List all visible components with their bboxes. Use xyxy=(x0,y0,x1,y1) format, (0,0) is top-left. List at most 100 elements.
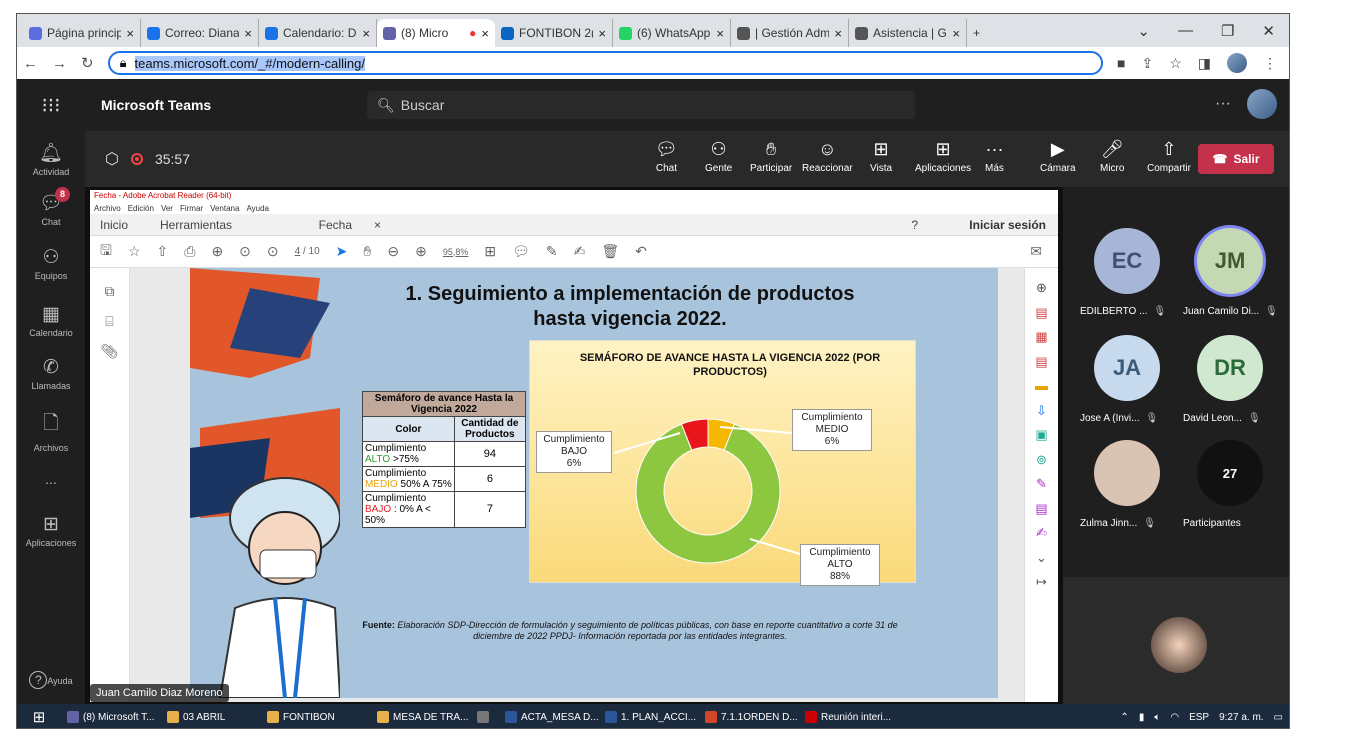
zoom-out-icon[interactable]: ⊖ xyxy=(387,243,399,260)
tab-inicio[interactable]: Inicio xyxy=(100,218,160,232)
taskbar-item[interactable]: ACTA_MESA D... xyxy=(499,704,599,728)
tray-chevron-icon[interactable]: ⌃ xyxy=(1120,712,1128,723)
menu-item[interactable]: Ventana xyxy=(210,204,239,213)
print-icon[interactable]: ⎙ xyxy=(184,243,195,260)
rail-item-teams[interactable]: ⚇ Equipos xyxy=(17,246,85,281)
send-sign-icon[interactable]: ✍︎ xyxy=(1025,521,1058,546)
browser-tab[interactable]: (8) Micro ● × xyxy=(377,19,495,47)
bookmarks-icon[interactable]: ⌸ xyxy=(90,306,129,336)
upload-icon[interactable]: ⇧ xyxy=(157,243,169,260)
collapse-icon[interactable]: ⌄ xyxy=(1025,546,1058,571)
rail-item-chat[interactable]: 💬︎ Chat 8 xyxy=(17,187,85,227)
bookmark-star-icon[interactable]: ☆ xyxy=(1169,55,1182,72)
cursor-icon[interactable]: ➤ xyxy=(336,243,348,260)
language-indicator[interactable]: ESP xyxy=(1189,712,1209,723)
taskbar-item[interactable] xyxy=(471,704,499,728)
edit-tool-icon[interactable]: ▣ xyxy=(1025,423,1058,448)
participant-avatar[interactable]: JM xyxy=(1197,228,1263,294)
call-btn-participar[interactable]: ✋︎ Participar xyxy=(750,139,792,174)
menu-item[interactable]: Ayuda xyxy=(246,204,269,213)
close-tab-icon[interactable]: × xyxy=(481,26,489,41)
participant-avatar[interactable]: DR xyxy=(1197,335,1263,401)
search-input[interactable]: 🔍︎ Buscar xyxy=(367,91,915,119)
rail-item-more[interactable]: ... xyxy=(17,469,85,487)
menu-item[interactable]: Archivo xyxy=(94,204,121,213)
browser-menu-icon[interactable]: ⋮ xyxy=(1263,55,1277,72)
zoom-search-icon[interactable]: ⊕ xyxy=(211,243,223,260)
taskbar-item[interactable]: 7.1.1ORDEN D... xyxy=(699,704,799,728)
fill-sign-icon[interactable]: ✎ xyxy=(1025,472,1058,497)
call-btn-micro[interactable]: 🎤︎ Micro xyxy=(1100,139,1124,174)
comment-icon[interactable]: 💬︎ xyxy=(512,243,530,260)
browser-tab[interactable]: | Gestión Adm × xyxy=(731,19,849,47)
participant-avatar[interactable]: 27 xyxy=(1197,440,1263,506)
battery-icon[interactable]: ▮ xyxy=(1139,712,1145,723)
volume-icon[interactable]: 🔈︎ xyxy=(1154,712,1160,723)
back-icon[interactable]: ← xyxy=(23,55,38,72)
close-tab-icon[interactable]: × xyxy=(374,218,381,232)
camera-indicator-icon[interactable]: ■ xyxy=(1117,55,1125,71)
expand-icon[interactable]: ↦ xyxy=(1025,570,1058,595)
signin-link[interactable]: Iniciar sesión xyxy=(969,218,1046,232)
close-tab-icon[interactable]: × xyxy=(716,26,724,41)
taskbar-item[interactable]: MESA DE TRA... xyxy=(371,704,471,728)
call-btn-cámara[interactable]: ▶ Cámara xyxy=(1040,139,1076,174)
tab-search-icon[interactable]: ⌄ xyxy=(1137,22,1150,40)
rail-item-bell[interactable]: 🔔︎ Actividad xyxy=(17,141,85,177)
wifi-icon[interactable]: ◠ xyxy=(1170,712,1179,723)
call-btn-más[interactable]: ··· Más xyxy=(985,139,1004,174)
pen-icon[interactable]: ✎ xyxy=(546,243,558,260)
comment-tool-icon[interactable]: ▬ xyxy=(1025,374,1058,399)
page-number[interactable]: 4 xyxy=(295,246,301,257)
menu-item[interactable]: Edición xyxy=(128,204,154,213)
close-tab-icon[interactable]: × xyxy=(362,26,370,41)
taskbar-item[interactable]: 03 ABRIL xyxy=(161,704,261,728)
forward-icon[interactable]: → xyxy=(52,55,67,72)
help-icon[interactable]: ? xyxy=(911,218,918,232)
page-up-icon[interactable]: ⊙ xyxy=(239,243,251,260)
restore-icon[interactable]: ❐ xyxy=(1221,22,1234,40)
taskbar-item[interactable]: FONTIBON xyxy=(261,704,371,728)
new-tab-button[interactable]: + xyxy=(967,19,997,47)
close-tab-icon[interactable]: × xyxy=(244,26,252,41)
sign-icon[interactable]: ✍︎ xyxy=(574,243,586,260)
call-btn-chat[interactable]: 💬︎ Chat xyxy=(655,139,678,174)
menu-item[interactable]: Firmar xyxy=(180,204,203,213)
browser-tab[interactable]: Asistencia | G × xyxy=(849,19,967,47)
close-tab-icon[interactable]: × xyxy=(126,26,134,41)
sidepanel-icon[interactable]: ◨ xyxy=(1198,55,1211,72)
organize-icon[interactable]: ▦ xyxy=(1025,325,1058,350)
close-tab-icon[interactable]: × xyxy=(598,26,606,41)
windows-start-icon[interactable]: ⊞ xyxy=(17,704,61,728)
scan-icon[interactable]: ⊚ xyxy=(1025,448,1058,473)
save-icon[interactable]: 🖫 xyxy=(100,240,112,264)
more-options-icon[interactable]: ··· xyxy=(1215,95,1231,113)
browser-tab[interactable]: Correo: Diana × xyxy=(141,19,259,47)
rail-item-file[interactable]: 🗋 Archivos xyxy=(17,409,85,453)
pages-icon[interactable]: ⧉ xyxy=(90,276,129,306)
browser-tab[interactable]: Calendario: D × xyxy=(259,19,377,47)
browser-tab[interactable]: (6) WhatsApp × xyxy=(613,19,731,47)
call-btn-compartir[interactable]: ⇧ Compartir xyxy=(1147,139,1191,174)
profile-avatar[interactable] xyxy=(1227,53,1247,73)
zoom-icon[interactable]: ⊕ xyxy=(1025,276,1058,301)
rail-item-calendar[interactable]: ▦ Calendario xyxy=(17,303,85,338)
call-btn-gente[interactable]: ⚇ Gente xyxy=(705,139,732,174)
tab-herramientas[interactable]: Herramientas xyxy=(160,218,290,232)
close-window-icon[interactable]: ✕ xyxy=(1262,22,1275,40)
taskbar-item[interactable]: 1. PLAN_ACCI... xyxy=(599,704,699,728)
url-field[interactable]: 🔒︎ teams.microsoft.com/_#/modern-calling… xyxy=(107,51,1103,75)
app-launcher-icon[interactable]: ⁝⁝⁝ xyxy=(17,93,85,118)
rail-item-apps[interactable]: ⊞ Aplicaciones xyxy=(17,513,85,548)
close-tab-icon[interactable]: × xyxy=(952,26,960,41)
create-pdf-icon[interactable]: ▤ xyxy=(1025,350,1058,375)
taskbar-item[interactable]: Reunión interi... xyxy=(799,704,899,728)
share-tool-icon[interactable]: ⇩ xyxy=(1025,399,1058,424)
call-btn-vista[interactable]: ⊞ Vista xyxy=(870,139,892,174)
minimize-icon[interactable]: — xyxy=(1178,22,1193,39)
undo-icon[interactable]: ↶ xyxy=(635,243,647,260)
bookmark-icon[interactable]: ☆ xyxy=(128,243,141,260)
fit-icon[interactable]: ⊞ xyxy=(484,243,496,260)
close-tab-icon[interactable]: × xyxy=(834,26,842,41)
participant-avatar[interactable]: EC xyxy=(1094,228,1160,294)
